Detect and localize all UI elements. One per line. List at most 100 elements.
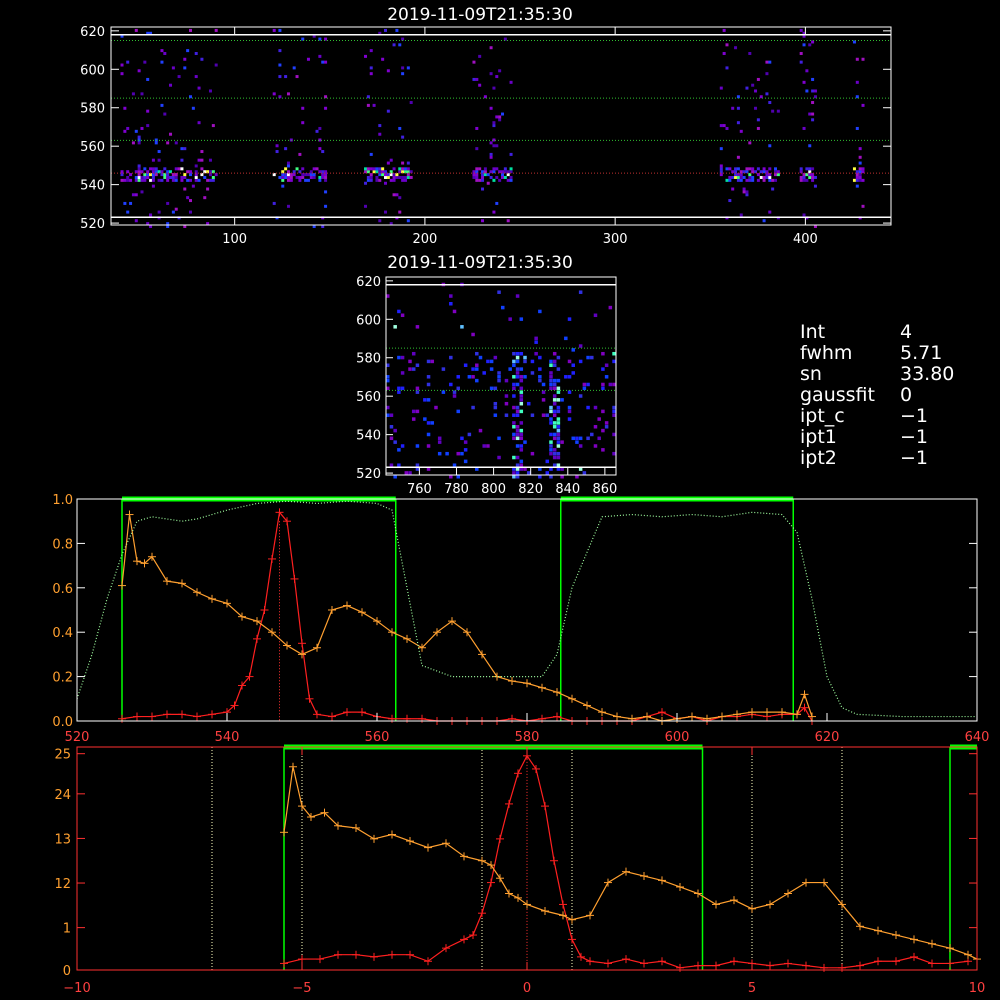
heat-pixel [586, 355, 590, 360]
heat-pixel [560, 398, 564, 402]
heat-pixel [538, 378, 542, 383]
heat-pixel [515, 409, 520, 414]
profile-plot-frame [76, 498, 978, 722]
heat-pixel [134, 219, 138, 223]
orange-data-point [784, 889, 792, 898]
heat-pixel [556, 436, 561, 441]
heat-pixel [456, 475, 460, 479]
x-tick-label: −10 [63, 981, 90, 996]
heat-pixel [397, 448, 401, 452]
heat-pixel [180, 167, 184, 171]
orange-data-point [712, 900, 720, 909]
heat-pixel [509, 80, 513, 84]
heat-pixel [515, 382, 520, 387]
heat-pixel [509, 178, 513, 182]
heat-pixel [556, 398, 561, 402]
orange-data-point [352, 823, 360, 832]
heat-pixel [597, 417, 601, 421]
heat-pixel [426, 444, 431, 448]
heat-pixel [549, 386, 553, 391]
heat-pixel [415, 363, 420, 368]
red-data-point [268, 554, 276, 563]
heat-pixel [415, 444, 420, 448]
orange-data-point [523, 900, 531, 909]
red-data-point [418, 714, 426, 723]
heat-pixel [437, 436, 442, 441]
orange-data-point [928, 939, 936, 948]
y-tick-label: 560 [80, 140, 105, 155]
heat-pixel [378, 132, 382, 136]
heat-pixel [567, 375, 572, 379]
heat-pixel [166, 141, 170, 145]
heat-pixel [519, 436, 524, 441]
heat-pixel [719, 164, 723, 168]
x-tick-label: 0 [523, 981, 531, 996]
y-tick-label: 0.4 [52, 626, 73, 641]
heat-pixel [123, 178, 127, 182]
heat-pixel [386, 161, 390, 165]
heat-pixel [189, 178, 192, 182]
heat-pixel [471, 375, 475, 379]
heat-pixel [538, 309, 542, 314]
heat-pixel [214, 28, 218, 32]
heat-pixel [811, 101, 815, 105]
heat-pixel [762, 167, 766, 171]
heat-pixel [166, 178, 170, 182]
heat-pixel [452, 463, 457, 467]
heat-pixel [426, 398, 431, 402]
heat-pixel [515, 471, 520, 475]
red-data-point [766, 961, 774, 970]
heat-pixel [813, 175, 817, 179]
heat-pixel [483, 167, 487, 171]
heat-pixel [549, 432, 553, 437]
x-tick-label: 580 [515, 730, 540, 745]
red-data-point [712, 961, 720, 970]
middle-heatmap-panel: 2019-11-09T21:35:30 760 780 800 820 840 860 52… [356, 253, 617, 497]
y-tick-label: 0 [63, 964, 71, 979]
orange-data-point [748, 904, 756, 913]
orange-series-line [121, 514, 813, 722]
heat-pixel [745, 178, 749, 182]
heat-pixel [515, 294, 520, 298]
heat-pixel [530, 359, 535, 364]
heat-pixel [475, 147, 479, 151]
heat-pixel [194, 175, 198, 179]
orange-data-point [598, 708, 606, 717]
heat-pixel [751, 178, 755, 182]
heat-pixel [191, 184, 195, 188]
heat-pixel [575, 440, 579, 444]
heat-pixel [530, 371, 535, 375]
heat-pixel [478, 355, 483, 360]
heat-pixel [745, 193, 749, 197]
heat-pixel [389, 158, 393, 162]
red-data-point [343, 708, 351, 717]
heat-pixel [143, 167, 147, 171]
heat-pixel [556, 440, 561, 444]
x-tick-label: 5 [748, 981, 756, 996]
orange-data-point [478, 650, 486, 659]
heat-pixel [364, 204, 368, 208]
heat-pixel [489, 359, 494, 364]
heat-pixel [481, 187, 485, 191]
heat-pixel [497, 378, 501, 383]
heat-pixel [497, 371, 501, 375]
heat-pixel [306, 57, 310, 61]
heat-pixel [275, 150, 279, 154]
heat-pixel [408, 359, 412, 364]
heat-pixel [556, 405, 561, 410]
heat-pixel [805, 69, 809, 73]
heat-pixel [131, 193, 135, 197]
heat-pixel [805, 167, 809, 171]
heat-pixel [289, 178, 293, 182]
red-data-point [403, 714, 411, 723]
red-data-point [568, 935, 576, 944]
heat-pixel [736, 121, 740, 125]
y-tick-label: 580 [356, 352, 381, 367]
info-row-ipt-c: ipt_c −1 [800, 405, 929, 427]
heat-pixel [512, 382, 516, 387]
heat-pixel [157, 158, 161, 162]
heat-pixel [174, 175, 178, 179]
heat-pixel [512, 405, 516, 410]
orange-data-point [178, 579, 186, 588]
heat-pixel [441, 390, 446, 394]
